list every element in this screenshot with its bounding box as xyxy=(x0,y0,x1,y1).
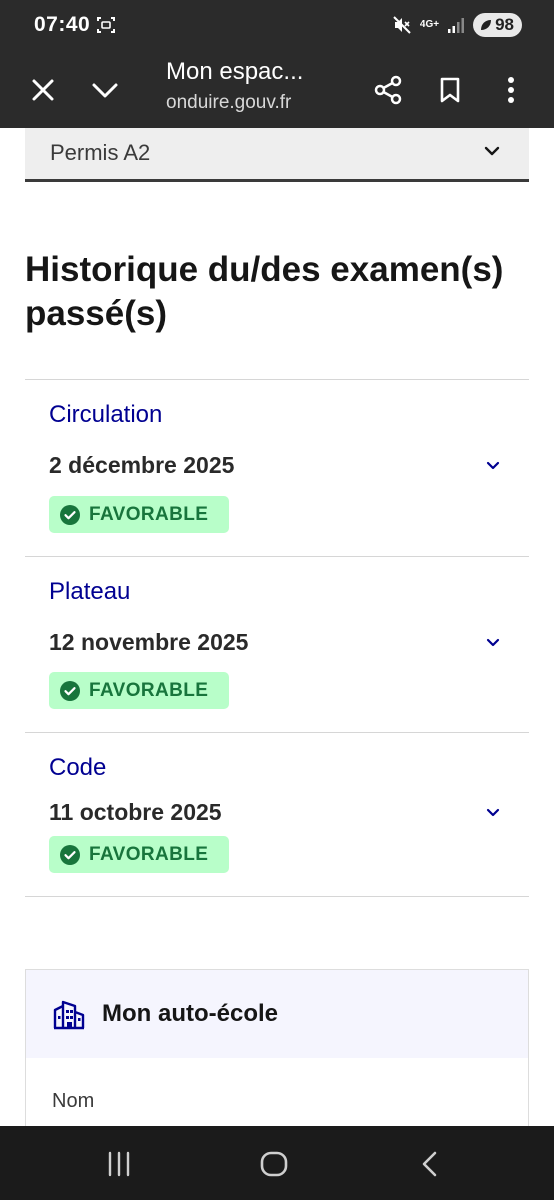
chevron-down-icon[interactable] xyxy=(83,68,127,112)
exam-date: 12 novembre 2025 xyxy=(49,629,249,655)
status-badge-label: FAVORABLE xyxy=(89,679,209,701)
status-badge-label: FAVORABLE xyxy=(89,843,209,865)
driving-school-card: Mon auto-école Nom xyxy=(25,969,529,1139)
chevron-down-icon xyxy=(484,146,500,156)
check-circle-icon xyxy=(60,844,80,865)
back-icon[interactable] xyxy=(410,1146,450,1182)
exam-date: 2 décembre 2025 xyxy=(49,452,235,478)
exam-name: Circulation xyxy=(49,401,163,428)
driving-school-name-label: Nom xyxy=(52,1090,95,1112)
check-circle-icon xyxy=(60,504,80,525)
chevron-down-icon[interactable] xyxy=(485,805,501,821)
driving-school-title: Mon auto-école xyxy=(102,1000,279,1027)
divider xyxy=(25,896,529,897)
more-vert-icon[interactable] xyxy=(489,68,533,112)
system-nav-bar xyxy=(0,1126,554,1200)
exam-item-circulation[interactable]: Circulation 2 décembre 2025 FAVORABLE xyxy=(25,380,529,556)
exam-date: 11 octobre 2025 xyxy=(49,799,222,825)
status-badge: FAVORABLE xyxy=(49,836,229,873)
battery-level: 98 xyxy=(495,15,514,34)
exam-item-plateau[interactable]: Plateau 12 novembre 2025 FAVORABLE xyxy=(25,557,529,733)
recent-apps-icon[interactable] xyxy=(99,1146,139,1182)
status-badge: FAVORABLE xyxy=(49,496,229,533)
status-bar: 07:40 4G+ 98 xyxy=(0,0,554,52)
permit-select-value: Permis A2 xyxy=(50,140,151,165)
screenshot-icon xyxy=(97,17,115,33)
share-icon[interactable] xyxy=(366,68,410,112)
building-icon xyxy=(53,1000,85,1030)
url-text[interactable]: onduire.gouv.fr xyxy=(166,92,316,114)
status-badge: FAVORABLE xyxy=(49,672,229,709)
check-circle-icon xyxy=(60,680,80,701)
history-title: Historique du/des examen(s) passé(s) xyxy=(25,250,504,333)
battery-icon: 98 xyxy=(473,13,522,37)
leaf-icon xyxy=(481,20,492,30)
browser-toolbar: Mon espac... onduire.gouv.fr xyxy=(0,52,554,128)
close-icon[interactable] xyxy=(21,68,65,112)
exam-name: Plateau xyxy=(49,578,131,605)
page-title[interactable]: Mon espac... xyxy=(166,58,303,86)
signal-icon xyxy=(448,18,465,33)
driving-school-header: Mon auto-école xyxy=(26,970,528,1058)
exam-name: Code xyxy=(49,754,107,781)
chevron-down-icon[interactable] xyxy=(485,635,501,651)
bookmark-icon[interactable] xyxy=(428,68,472,112)
status-badge-label: FAVORABLE xyxy=(89,503,209,525)
network-label: 4G+ xyxy=(419,19,440,30)
home-icon[interactable] xyxy=(254,1146,294,1182)
status-time: 07:40 xyxy=(34,13,91,36)
chevron-down-icon[interactable] xyxy=(485,458,501,474)
exam-item-code[interactable]: Code 11 octobre 2025 FAVORABLE xyxy=(25,733,529,897)
permit-select[interactable]: Permis A2 xyxy=(25,128,529,182)
mute-icon xyxy=(393,16,411,34)
